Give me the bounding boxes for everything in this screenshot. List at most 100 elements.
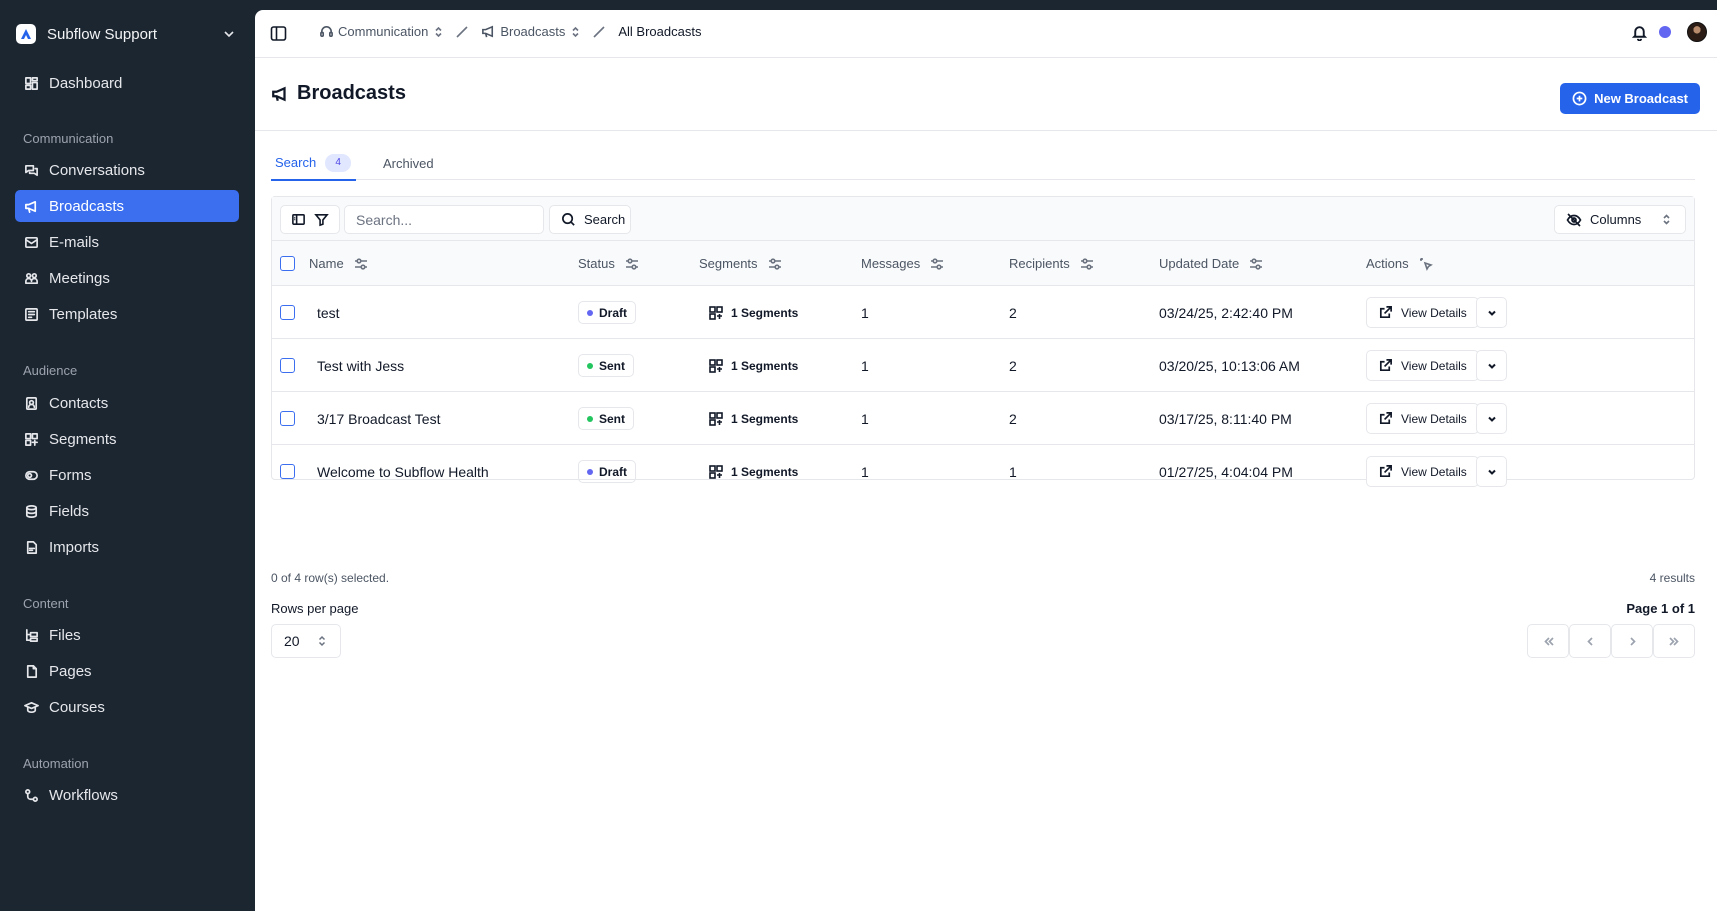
view-details-button[interactable]: View Details: [1366, 297, 1479, 328]
table-header: Name Status Segments Messages Recipients…: [272, 241, 1694, 286]
column-header-messages[interactable]: Messages: [861, 241, 944, 286]
view-details-button[interactable]: View Details: [1366, 403, 1479, 434]
sidebar-item-pages[interactable]: Pages: [15, 655, 239, 687]
column-settings-icon[interactable]: [768, 257, 782, 271]
sidebar-item-label: Workflows: [49, 786, 118, 804]
sidebar-item-courses[interactable]: Courses: [15, 691, 239, 723]
segments-icon: [709, 411, 723, 426]
sidebar-section-automation: Automation: [23, 756, 89, 771]
sidebar-section-audience: Audience: [23, 363, 78, 378]
meeting-icon: [23, 270, 39, 286]
sidebar-item-emails[interactable]: E-mails: [15, 226, 239, 258]
row-actions-dropdown[interactable]: [1476, 403, 1507, 434]
sidebar-section-content: Content: [23, 596, 69, 611]
chevron-down-icon: [224, 31, 234, 38]
sidebar-toggle-icon[interactable]: [270, 25, 287, 42]
rows-per-page-select[interactable]: 20: [271, 624, 341, 658]
row-checkbox[interactable]: [280, 339, 295, 392]
broadcast-name[interactable]: test: [317, 286, 340, 339]
row-checkbox[interactable]: [280, 445, 295, 498]
column-settings-icon[interactable]: [1080, 257, 1094, 271]
row-actions-dropdown[interactable]: [1476, 456, 1507, 487]
mail-icon: [23, 234, 39, 250]
recipients-count: 2: [1009, 304, 1017, 321]
breadcrumb-communication[interactable]: Communication: [319, 24, 443, 39]
column-header-recipients[interactable]: Recipients: [1009, 241, 1094, 286]
column-settings-icon[interactable]: [1249, 257, 1263, 271]
database-icon: [23, 503, 39, 519]
new-broadcast-button[interactable]: New Broadcast: [1560, 83, 1700, 114]
tab-search[interactable]: Search 4: [271, 146, 356, 181]
recipients-count: 1: [1009, 463, 1017, 480]
column-header-updated-date[interactable]: Updated Date: [1159, 241, 1263, 286]
segments-cell: 1 Segments: [708, 445, 798, 498]
view-details-button[interactable]: View Details: [1366, 350, 1479, 381]
row-actions-dropdown[interactable]: [1476, 350, 1507, 381]
sidebar-item-segments[interactable]: Segments: [15, 423, 239, 455]
view-filter-group: [280, 205, 340, 234]
previous-page-button[interactable]: [1569, 624, 1611, 658]
external-link-icon: [1379, 465, 1392, 478]
breadcrumb-broadcasts[interactable]: Broadcasts: [481, 24, 580, 39]
workflow-icon: [23, 787, 39, 803]
chevron-down-icon: [1487, 416, 1496, 422]
chevron-right-icon: [1629, 636, 1636, 646]
count-badge: 4: [325, 153, 352, 172]
table-toolbar: Search Columns: [272, 197, 1694, 241]
bell-icon[interactable]: [1631, 24, 1648, 41]
sidebar-item-dashboard[interactable]: Dashboard: [15, 67, 239, 99]
panel-view-icon[interactable]: [291, 212, 306, 227]
filter-icon[interactable]: [314, 212, 329, 227]
status-indicator: [1659, 26, 1671, 38]
broadcast-name[interactable]: Test with Jess: [317, 339, 404, 392]
updated-date: 01/27/25, 4:04:04 PM: [1159, 463, 1293, 480]
table-row: test Draft 1 Segments 1 2 03/24/25, 2:42…: [272, 286, 1694, 339]
sidebar-item-imports[interactable]: Imports: [15, 531, 239, 563]
column-settings-icon[interactable]: [354, 257, 368, 271]
search-button[interactable]: Search: [549, 205, 631, 234]
chevrons-up-down-icon: [1663, 214, 1670, 225]
sidebar-item-files[interactable]: Files: [15, 619, 239, 651]
select-all-checkbox[interactable]: [280, 241, 295, 286]
chat-bubbles-icon: [23, 162, 39, 178]
sidebar-item-broadcasts[interactable]: Broadcasts: [15, 190, 239, 222]
chevron-left-icon: [1586, 636, 1593, 646]
sidebar-item-fields[interactable]: Fields: [15, 495, 239, 527]
tab-archived[interactable]: Archived: [383, 146, 434, 180]
chevrons-left-icon: [1543, 636, 1554, 646]
updated-date: 03/24/25, 2:42:40 PM: [1159, 304, 1293, 321]
sidebar-item-workflows[interactable]: Workflows: [15, 779, 239, 811]
column-header-name[interactable]: Name: [309, 241, 368, 286]
updated-date: 03/20/25, 10:13:06 AM: [1159, 357, 1300, 374]
sidebar-item-contacts[interactable]: Contacts: [15, 387, 239, 419]
sidebar-item-label: Files: [49, 626, 81, 644]
view-details-button[interactable]: View Details: [1366, 456, 1479, 487]
column-settings-icon[interactable]: [625, 257, 639, 271]
column-header-status[interactable]: Status: [578, 241, 639, 286]
last-page-button[interactable]: [1653, 624, 1695, 658]
first-page-button[interactable]: [1527, 624, 1569, 658]
sidebar: Subflow Support Dashboard Communication …: [0, 0, 255, 911]
broadcast-name[interactable]: Welcome to Subflow Health: [317, 445, 489, 498]
row-actions-dropdown[interactable]: [1476, 297, 1507, 328]
search-icon: [562, 213, 575, 226]
sidebar-item-conversations[interactable]: Conversations: [15, 154, 239, 186]
broadcast-name[interactable]: 3/17 Broadcast Test: [317, 392, 440, 445]
column-header-segments[interactable]: Segments: [699, 241, 782, 286]
status-dot: [587, 362, 593, 369]
segments-cell: 1 Segments: [708, 286, 798, 339]
row-checkbox[interactable]: [280, 392, 295, 445]
columns-button[interactable]: Columns: [1554, 205, 1686, 234]
row-checkbox[interactable]: [280, 286, 295, 339]
sidebar-item-meetings[interactable]: Meetings: [15, 262, 239, 294]
page-indicator: Page 1 of 1: [1626, 601, 1695, 616]
avatar[interactable]: [1687, 22, 1707, 42]
search-input[interactable]: [344, 205, 544, 234]
next-page-button[interactable]: [1611, 624, 1653, 658]
workspace-switcher[interactable]: Subflow Support: [14, 22, 240, 46]
sidebar-item-forms[interactable]: Forms: [15, 459, 239, 491]
status-dot: [587, 309, 593, 316]
column-settings-icon[interactable]: [930, 257, 944, 271]
sidebar-section-communication: Communication: [23, 131, 114, 146]
sidebar-item-templates[interactable]: Templates: [15, 298, 239, 330]
